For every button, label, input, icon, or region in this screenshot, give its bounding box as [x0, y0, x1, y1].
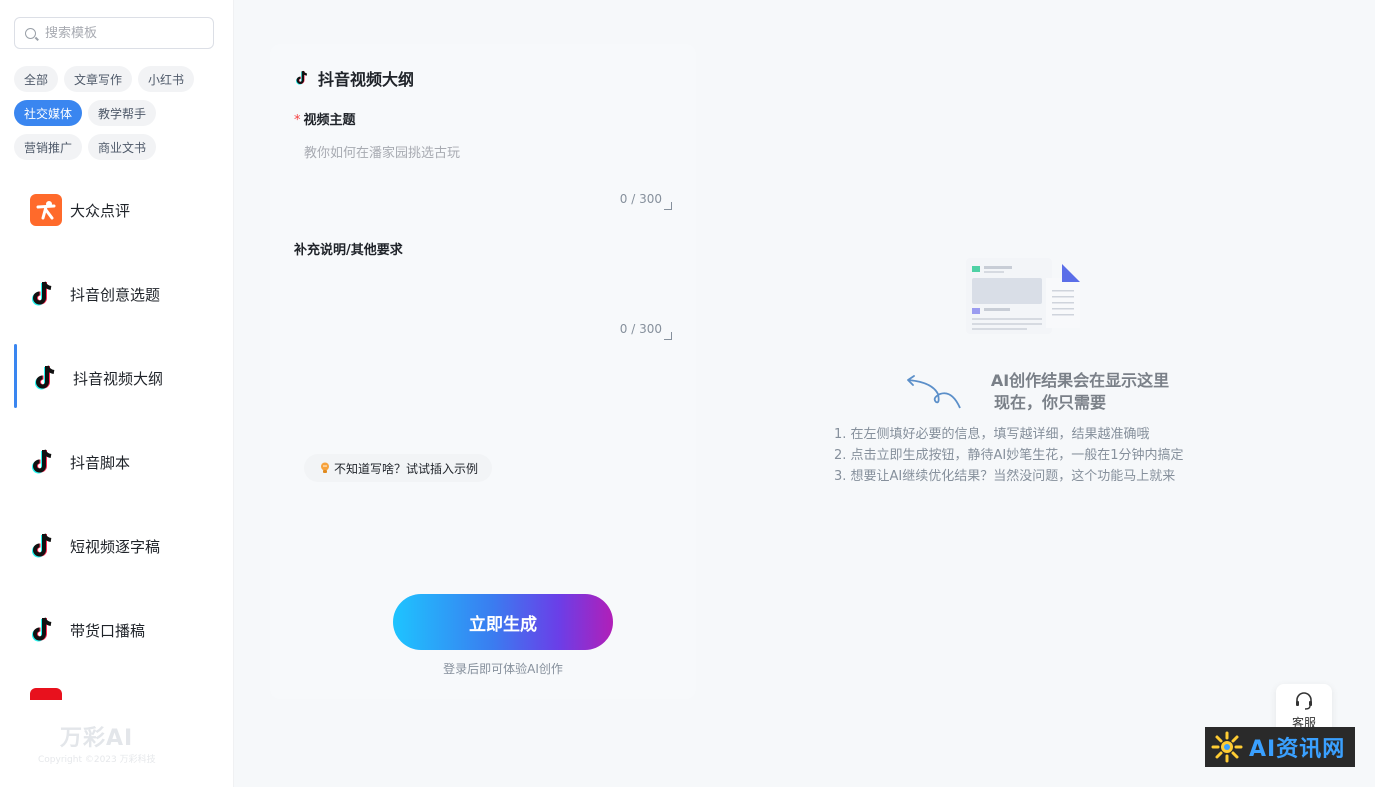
tool-label: 抖音视频大纲 [73, 369, 164, 388]
tiktok-icon [30, 278, 62, 310]
char-counter: 0 / 300 [619, 322, 662, 336]
insert-example-label: 不知道写啥？试试插入示例 [334, 461, 479, 476]
tool-list: 大众点评 抖音创意选题 抖音视频大纲 抖音脚本 短视频逐字稿 带货口播稿 [0, 168, 234, 708]
generate-button[interactable]: 立即生成 [393, 594, 613, 650]
video-topic-input[interactable] [294, 134, 672, 210]
search-input[interactable] [45, 25, 195, 41]
tag-marketing[interactable]: 营销推广 [14, 134, 83, 160]
category-tags: 全部 文章写作 小红书 社交媒体 教学帮手 营销推广 商业文书 [14, 66, 224, 168]
step-item: 2. 点击立即生成按钮，静待AI妙笔生花，一般在1分钟内搞定 [834, 448, 1184, 463]
extra-requirements-label: 补充说明/其他要求 [294, 243, 403, 258]
tool-item-partial[interactable] [0, 672, 234, 708]
resize-handle-icon[interactable] [664, 202, 672, 210]
insert-example-button[interactable]: 不知道写啥？试试插入示例 [304, 454, 493, 482]
tiktok-icon [30, 614, 62, 646]
required-mark: * [294, 113, 301, 128]
tool-label: 抖音脚本 [70, 453, 131, 472]
app-icon-partial [30, 688, 62, 700]
tag-article-writing[interactable]: 文章写作 [64, 66, 133, 92]
result-title-line2: 现在，你只需要 [993, 393, 1106, 412]
video-topic-label: * 视频主题 [294, 109, 356, 128]
login-tip: 登录后即可体验AI创作 [443, 662, 563, 676]
char-counter: 0 / 300 [619, 192, 662, 206]
tiktok-icon [30, 530, 62, 562]
tool-label: 抖音创意选题 [70, 285, 161, 304]
video-topic-field[interactable]: 0 / 300 [294, 134, 672, 210]
form-panel: 抖音视频大纲 *视频主题 0 / 300 补充说明/其他要求 0 / 300 不… [270, 44, 696, 699]
tool-item-douyin-topics[interactable]: 抖音创意选题 [0, 252, 234, 336]
instruction-steps: 1. 在左侧填好必要的信息，填写越详细，结果越准确哦 2. 点击立即生成按钮，静… [834, 424, 1184, 487]
tool-label: 短视频逐字稿 [70, 537, 161, 556]
lightbulb-icon [321, 462, 329, 473]
tool-item-live-selling-script[interactable]: 带货口播稿 [0, 588, 234, 672]
video-topic-label-text: 视频主题 [303, 113, 356, 128]
tool-item-douyin-script[interactable]: 抖音脚本 [0, 420, 234, 504]
extra-requirements-input[interactable] [294, 264, 672, 340]
tool-item-douyin-outline[interactable]: 抖音视频大纲 [0, 336, 234, 420]
result-placeholder-title: AI创作结果会在显示这里 现在，你只需要 [900, 370, 1200, 414]
tool-item-dianping[interactable]: 大众点评 [0, 168, 234, 252]
tiktok-icon [296, 70, 308, 85]
extra-requirements-field[interactable]: 0 / 300 [294, 264, 672, 340]
sidebar: 全部 文章写作 小红书 社交媒体 教学帮手 营销推广 商业文书 大众点评 [0, 0, 234, 787]
copyright-text: Copyright ©2023 万彩科技 [38, 755, 156, 765]
step-item: 1. 在左侧填好必要的信息，填写越详细，结果越准确哦 [834, 427, 1150, 442]
watermark-text: AI资讯网 [1249, 737, 1346, 762]
page-title: 抖音视频大纲 [296, 66, 414, 90]
tool-label: 大众点评 [70, 201, 131, 220]
tiktok-icon [33, 362, 65, 394]
step-item: 3. 想要让AI继续优化结果？当然没问题，这个功能马上就来 [834, 469, 1176, 484]
search-icon [25, 27, 36, 39]
resize-handle-icon[interactable] [664, 332, 672, 340]
tag-teaching-assistant[interactable]: 教学帮手 [88, 100, 157, 126]
result-title-line1: AI创作结果会在显示这里 [990, 371, 1170, 390]
search-box[interactable] [14, 17, 214, 49]
headset-icon [1296, 692, 1312, 710]
tiktok-icon [30, 446, 62, 478]
tool-label: 带货口播稿 [70, 621, 146, 640]
document-illustration [966, 258, 1080, 334]
page-title-text: 抖音视频大纲 [318, 70, 415, 89]
tag-xiaohongshu[interactable]: 小红书 [138, 66, 195, 92]
tool-item-short-video-transcript[interactable]: 短视频逐字稿 [0, 504, 234, 588]
tag-business-docs[interactable]: 商业文书 [88, 134, 157, 160]
brand-logo: 万彩AI [60, 726, 134, 751]
tag-all[interactable]: 全部 [14, 66, 59, 92]
dianping-icon [30, 194, 62, 226]
watermark-logo-icon [1211, 731, 1243, 763]
tag-social-media[interactable]: 社交媒体 [14, 100, 83, 126]
watermark-badge: AI资讯网 [1205, 727, 1355, 767]
